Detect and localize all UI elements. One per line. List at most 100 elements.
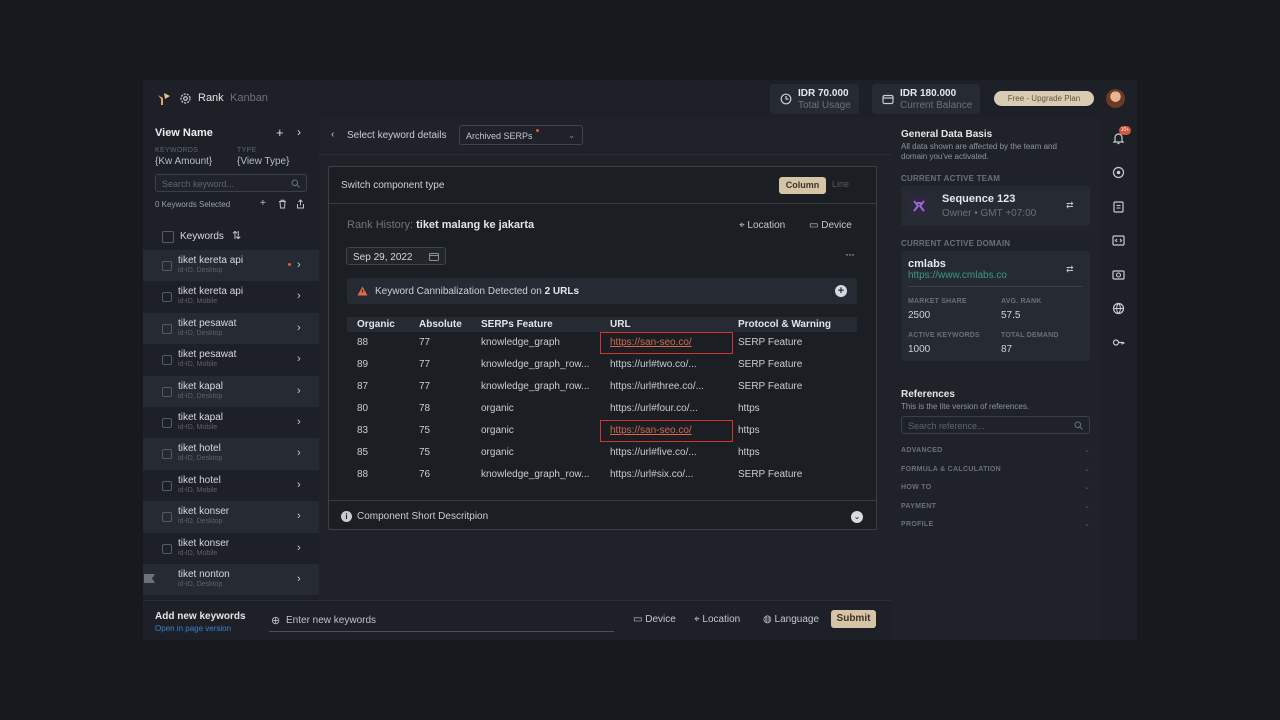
warning-message: Keyword Cannibalization Detected on [375, 286, 542, 297]
url-cell[interactable]: https://url#two.co/... [600, 354, 728, 376]
url-cell[interactable]: https://url#six.co/... [600, 463, 728, 485]
column-header[interactable]: Absolute [409, 317, 471, 332]
accordion-profile[interactable]: PROFILE ⌄ [901, 519, 1090, 533]
chevron-down-icon[interactable]: ⌄ [851, 511, 863, 523]
user-avatar[interactable] [1106, 89, 1125, 108]
keyword-item[interactable]: tiket konser id-ID, Mobile › [143, 533, 319, 564]
keyword-item[interactable]: tiket pesawat id-ID, Desktop › [143, 312, 319, 345]
open-page-version-link[interactable]: Open in page version [155, 624, 231, 633]
accordion-formula[interactable]: FORMULA & CALCULATION ⌄ [901, 464, 1090, 478]
keyword-item[interactable]: tiket kapal id-ID, Mobile › [143, 407, 319, 438]
keyword-item[interactable]: tiket kereta api id-ID, Mobile › [143, 281, 319, 312]
keyword-checkbox[interactable] [162, 386, 172, 397]
brand-subtitle[interactable]: Kanban [230, 92, 268, 104]
add-keyword-icon[interactable]: + [260, 198, 269, 209]
submit-button[interactable]: Submit [831, 610, 876, 628]
keyword-item[interactable]: tiket nonton id-ID, Desktop › [143, 563, 319, 596]
keyword-item[interactable]: tiket hotel id-ID, Mobile › [143, 470, 319, 501]
active-team-card[interactable]: Sequence 123 Owner • GMT +07:00 ⇄ [901, 186, 1090, 226]
column-header[interactable]: SERPs Feature [471, 317, 600, 332]
more-options-icon[interactable]: ··· [845, 247, 855, 261]
chevron-right-icon[interactable]: › [297, 416, 301, 428]
domain-url[interactable]: https://www.cmlabs.co [908, 270, 1007, 281]
switch-domain-icon[interactable]: ⇄ [1066, 264, 1074, 275]
switch-team-icon[interactable]: ⇄ [1066, 200, 1074, 211]
date-picker[interactable]: Sep 29, 2022 [346, 247, 446, 265]
chevron-right-icon[interactable]: › [297, 510, 301, 522]
url-cell[interactable]: https://url#three.co/... [600, 376, 728, 398]
add-view-icon[interactable]: + [276, 125, 284, 140]
date-value: Sep 29, 2022 [353, 252, 413, 263]
column-toggle-button[interactable]: Column [779, 177, 826, 194]
line-toggle-button[interactable]: Line [832, 179, 849, 189]
key-icon[interactable] [1112, 336, 1125, 349]
keywords-list-header: Keywords ⇅ [143, 224, 319, 248]
chevron-right-icon[interactable]: › [297, 573, 301, 585]
keywords-label: KEYWORDS [155, 147, 199, 154]
column-header[interactable]: URL [600, 317, 728, 332]
chevron-right-icon[interactable]: › [297, 353, 301, 365]
expand-plus-icon[interactable]: + [835, 285, 847, 297]
chevron-right-icon[interactable]: › [297, 479, 301, 491]
keyword-checkbox[interactable] [162, 323, 172, 334]
chevron-right-icon[interactable]: › [297, 259, 301, 271]
select-all-checkbox[interactable] [162, 231, 174, 243]
location-option[interactable]: ⌖ Location [694, 614, 740, 625]
chevron-right-icon[interactable]: › [297, 542, 301, 554]
url-cell[interactable]: https://url#four.co/... [600, 398, 728, 420]
url-cell[interactable]: https://url#five.co/... [600, 441, 728, 463]
chevron-right-icon[interactable]: › [297, 447, 301, 459]
total-usage-value: IDR 70.000 [798, 88, 849, 99]
chevron-right-icon[interactable]: › [297, 385, 301, 397]
trash-icon[interactable] [278, 199, 287, 209]
keyword-item[interactable]: tiket kapal id-ID, Desktop › [143, 375, 319, 407]
chevron-right-icon[interactable]: › [297, 290, 301, 302]
gear-icon[interactable] [179, 92, 192, 105]
keyword-item[interactable]: tiket konser id-ID, Desktop › [143, 501, 319, 533]
accordion-advanced[interactable]: ADVANCED ⌄ [901, 445, 1090, 459]
component-description-bar[interactable]: i Component Short Descritpion ⌄ [329, 500, 876, 530]
keyword-item[interactable]: tiket pesawat id-ID, Mobile › [143, 344, 319, 375]
sync-eye-icon[interactable] [1112, 166, 1125, 179]
globe-icon[interactable] [1112, 302, 1125, 315]
archived-serps-dropdown[interactable]: Archived SERPs ⌄ [459, 125, 583, 145]
reference-search-input[interactable]: Search reference... [901, 416, 1090, 434]
keyword-checkbox[interactable] [162, 512, 172, 523]
camera-icon[interactable] [1112, 268, 1125, 281]
back-chevron-icon[interactable]: ‹ [331, 129, 334, 140]
share-icon[interactable] [296, 199, 305, 209]
keyword-checkbox[interactable] [162, 292, 172, 303]
keyword-item[interactable]: tiket hotel id-ID, Desktop › [143, 438, 319, 470]
code-icon[interactable] [1112, 234, 1125, 247]
clipboard-icon[interactable] [1112, 200, 1125, 213]
device-filter[interactable]: ▭ Device [809, 220, 852, 231]
upgrade-plan-button[interactable]: Free - Upgrade Plan [994, 91, 1094, 106]
keyword-search-input[interactable]: Search keyword... [155, 174, 307, 192]
sort-icon[interactable]: ⇅ [232, 229, 241, 242]
column-header[interactable]: Organic [347, 317, 409, 332]
keyword-name: tiket kereta api [178, 255, 244, 266]
column-header[interactable]: Protocol & Warning [728, 317, 857, 332]
accordion-payment[interactable]: PAYMENT ⌄ [901, 501, 1090, 515]
chevron-right-icon[interactable]: › [297, 322, 301, 334]
url-cell: https://san-seo.co/ [600, 419, 733, 442]
team-logo-icon [909, 196, 929, 216]
chevron-right-icon[interactable]: › [297, 125, 301, 139]
new-keywords-input[interactable]: ⊕ Enter new keywords [269, 607, 614, 632]
device-option[interactable]: ▭ Device [633, 614, 676, 625]
keyword-checkbox[interactable] [162, 543, 172, 554]
keyword-checkbox[interactable] [162, 449, 172, 460]
protocol-cell: SERP Feature [738, 337, 803, 349]
keyword-checkbox[interactable] [162, 480, 172, 491]
location-filter[interactable]: ⌖ Location [739, 220, 785, 231]
flag-icon [144, 573, 155, 583]
keyword-name: tiket pesawat [178, 349, 237, 361]
keyword-checkbox[interactable] [162, 417, 172, 428]
keyword-checkbox[interactable] [162, 261, 172, 271]
language-option[interactable]: ◍ Language [763, 614, 819, 625]
keyword-locale: id-ID, Desktop [178, 455, 223, 463]
total-usage-label: Total Usage [798, 100, 851, 111]
keyword-checkbox[interactable] [162, 355, 172, 366]
keyword-item[interactable]: tiket kereta api id-ID, Desktop › [143, 250, 319, 282]
accordion-how-to[interactable]: HOW TO ⌄ [901, 482, 1090, 496]
